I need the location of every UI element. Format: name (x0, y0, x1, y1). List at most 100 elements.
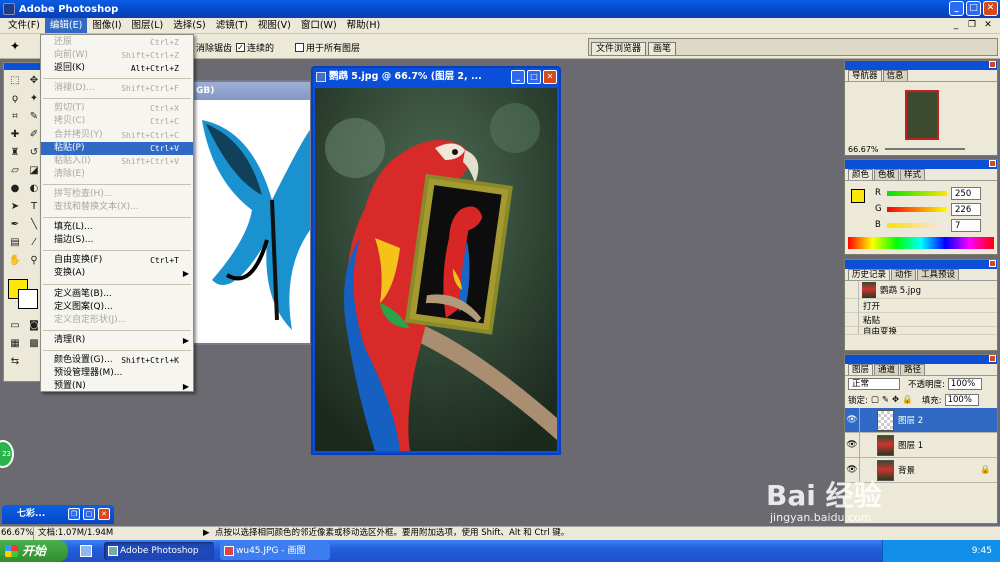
doc-minimize-icon[interactable]: _ (950, 19, 962, 31)
tab-history[interactable]: 历史记录 (848, 269, 891, 280)
tab-layers[interactable]: 图层 (848, 364, 874, 375)
edit-menu-item[interactable]: 合并拷贝(Y) Shift+Ctrl+C (41, 129, 193, 142)
layer-visibility-eye-icon[interactable]: 👁 (845, 415, 859, 425)
red-value-field[interactable]: 250 (951, 186, 981, 200)
layer-row[interactable]: 👁 图层 2 (845, 407, 997, 433)
edit-menu-item[interactable]: 拼写检查(H)... (41, 188, 193, 201)
layer-link-toggle[interactable] (859, 407, 873, 433)
parrot-document-window[interactable]: 鹦鹉 5.jpg @ 66.7% (图层 2, ... _ □ ✕ (311, 66, 561, 455)
imageready-jump-icon[interactable]: ⇆ (6, 353, 24, 370)
history-close-icon[interactable] (989, 260, 996, 267)
navigator-zoom-value[interactable]: 66.67% (848, 145, 879, 154)
close-button[interactable]: ✕ (983, 1, 998, 16)
navigator-close-icon[interactable] (989, 61, 996, 68)
edit-menu-item[interactable]: 粘贴入(I) Shift+Ctrl+V (41, 155, 193, 168)
status-doc-size[interactable]: 文档:1.07M/1.94M (38, 527, 113, 540)
tab-actions[interactable]: 动作 (891, 269, 917, 280)
contiguous-checkbox[interactable]: ✓ (236, 43, 245, 52)
blue-slider[interactable] (887, 222, 947, 228)
minimized-restore-icon[interactable]: ❐ (68, 508, 80, 520)
edit-menu-item[interactable]: 清除(E) (41, 168, 193, 181)
hand-tool-icon[interactable]: ✋ (6, 252, 24, 269)
document-maximize-button[interactable]: □ (527, 70, 541, 84)
menu-edit[interactable]: 编辑(E) (44, 18, 88, 33)
all-layers-checkbox[interactable] (295, 43, 304, 52)
color-close-icon[interactable] (989, 160, 996, 167)
tab-brushes[interactable]: 画笔 (648, 42, 677, 55)
tab-swatches[interactable]: 色板 (874, 169, 900, 180)
title-bar[interactable]: Adobe Photoshop _ □ ✕ (0, 0, 1000, 18)
tab-styles[interactable]: 样式 (900, 169, 926, 180)
blur-tool-icon[interactable]: ● (6, 180, 24, 197)
history-step-checkbox[interactable] (845, 312, 859, 327)
butterfly-window-title[interactable]: GB) (192, 82, 310, 100)
start-button[interactable]: 开始 (0, 540, 68, 562)
layers-palette-titlebar[interactable] (845, 355, 997, 364)
navigator-palette-titlebar[interactable] (845, 61, 997, 70)
green-slider[interactable] (887, 206, 947, 212)
edit-menu-item[interactable]: 描边(S)... (41, 234, 193, 247)
status-zoom[interactable]: 66.67% (0, 527, 34, 540)
pen-tool-icon[interactable]: ✒ (6, 216, 24, 233)
show-desktop-icon[interactable] (80, 545, 92, 557)
edit-menu-item[interactable]: 颜色设置(G)... Shift+Ctrl+K (41, 354, 193, 367)
edit-menu-item[interactable]: 变换(A) ▶ (41, 267, 193, 280)
tab-navigator[interactable]: 导航器 (848, 70, 882, 81)
document-canvas[interactable] (315, 88, 557, 451)
floating-badge[interactable]: 23 (0, 440, 14, 468)
background-color-swatch[interactable] (18, 289, 38, 309)
menu-view[interactable]: 视图(V) (253, 18, 296, 33)
lock-icons[interactable]: ▢✎✥🔒 (871, 395, 916, 405)
color-palette-titlebar[interactable] (845, 160, 997, 169)
history-step-checkbox[interactable] (845, 327, 859, 334)
minimized-close-icon[interactable]: ✕ (98, 508, 110, 520)
screen-mode-icon[interactable]: ▦ (6, 335, 24, 352)
navigator-thumbnail[interactable] (905, 90, 939, 140)
layer-link-toggle[interactable] (859, 432, 873, 458)
tab-channels[interactable]: 通道 (874, 364, 900, 375)
doc-close-icon[interactable]: ✕ (982, 19, 994, 31)
document-close-button[interactable]: ✕ (543, 70, 557, 84)
status-arrow-icon[interactable]: ▶ (203, 527, 210, 540)
task-photoshop[interactable]: Adobe Photoshop (104, 542, 214, 560)
contiguous-option[interactable]: ✓ 连续的 (236, 41, 274, 54)
history-snapshot[interactable]: 鹦鹉 5.jpg (845, 280, 997, 299)
edit-menu-item[interactable]: 向前(W) Shift+Ctrl+Z (41, 49, 193, 62)
layers-close-icon[interactable] (989, 355, 996, 362)
red-slider[interactable] (887, 190, 947, 196)
history-step[interactable]: 打开 (845, 298, 997, 313)
butterfly-document-window[interactable]: GB) (190, 80, 312, 345)
tab-file-browser[interactable]: 文件浏览器 (591, 42, 647, 55)
edit-menu-item[interactable]: 查找和替换文本(X)... (41, 201, 193, 214)
edit-menu-item[interactable]: 定义自定形状(J)... (41, 314, 193, 327)
edit-menu-item[interactable]: 填充(L)... (41, 221, 193, 234)
doc-restore-icon[interactable]: ❐ (966, 19, 978, 31)
standard-mode-icon[interactable]: ▭ (6, 317, 24, 334)
green-value-field[interactable]: 226 (951, 202, 981, 216)
menu-help[interactable]: 帮助(H) (342, 18, 386, 33)
menu-file[interactable]: 文件(F) (3, 18, 45, 33)
edit-menu-item[interactable]: 清理(R) ▶ (41, 334, 193, 347)
all-layers-option[interactable]: 用于所有图层 (295, 41, 360, 54)
layer-visibility-eye-icon[interactable]: 👁 (845, 440, 859, 450)
notes-tool-icon[interactable]: ▤ (6, 234, 24, 251)
edit-menu-item[interactable]: 自由变换(F) Ctrl+T (41, 254, 193, 267)
path-select-icon[interactable]: ➤ (6, 198, 24, 215)
blue-value-field[interactable]: 7 (951, 218, 981, 232)
edit-menu-item[interactable]: 粘贴(P) Ctrl+V (41, 141, 193, 155)
tab-color[interactable]: 颜色 (848, 169, 874, 180)
crop-tool-icon[interactable]: ⌗ (6, 108, 24, 125)
menu-select[interactable]: 选择(S) (168, 18, 210, 33)
eraser-tool-icon[interactable]: ▱ (6, 162, 24, 179)
document-minimize-button[interactable]: _ (511, 70, 525, 84)
document-titlebar[interactable]: 鹦鹉 5.jpg @ 66.7% (图层 2, ... _ □ ✕ (313, 68, 559, 86)
stamp-tool-icon[interactable]: ♜ (6, 144, 24, 161)
magic-wand-icon[interactable]: ✦ (10, 39, 26, 55)
history-palette-titlebar[interactable] (845, 260, 997, 269)
toolbox-titlebar[interactable] (4, 63, 42, 70)
task-paint[interactable]: wu45.JPG - 画图 (220, 542, 330, 560)
edit-menu-item[interactable]: 返回(K) Alt+Ctrl+Z (41, 62, 193, 75)
lasso-tool-icon[interactable]: ϙ (6, 90, 24, 107)
menu-image[interactable]: 图像(I) (87, 18, 126, 33)
fg-color-swatch[interactable] (851, 189, 865, 203)
